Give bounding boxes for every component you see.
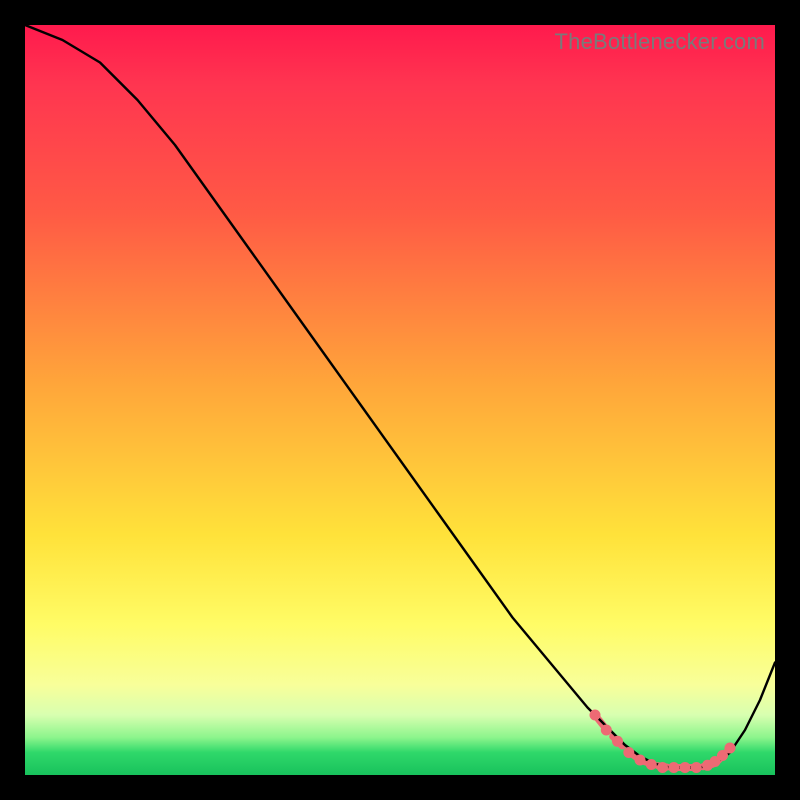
chart-stage: TheBottlenecker.com bbox=[0, 0, 800, 800]
highlight-marker bbox=[601, 725, 612, 736]
highlight-marker bbox=[691, 762, 702, 773]
highlight-marker bbox=[590, 710, 601, 721]
chart-svg bbox=[25, 25, 775, 775]
highlight-marker bbox=[657, 762, 668, 773]
highlight-marker bbox=[668, 762, 679, 773]
highlight-marker bbox=[612, 736, 623, 747]
bottleneck-curve bbox=[25, 25, 775, 768]
highlight-marker bbox=[635, 755, 646, 766]
highlight-marker bbox=[725, 743, 736, 754]
plot-area: TheBottlenecker.com bbox=[25, 25, 775, 775]
highlight-marker bbox=[646, 759, 657, 770]
highlight-marker bbox=[623, 747, 634, 758]
marker-layer bbox=[590, 710, 736, 774]
highlight-marker bbox=[680, 762, 691, 773]
